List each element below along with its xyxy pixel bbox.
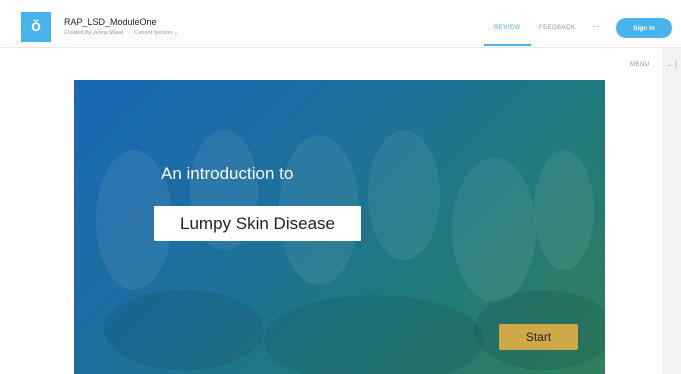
subtitle-separator: · — [127, 30, 130, 36]
version-dropdown[interactable]: Current Version ⌄ — [134, 30, 178, 36]
document-title: RAP_LSD_ModuleOne — [64, 17, 157, 27]
start-button[interactable]: Start — [499, 324, 578, 350]
logo-icon: ŏ — [31, 18, 41, 35]
app-logo[interactable]: ŏ — [21, 12, 51, 42]
module-title: Lumpy Skin Disease — [180, 213, 335, 233]
created-by-text: Created By Jenny Maud — [64, 30, 124, 36]
module-title-box: Lumpy Skin Disease — [154, 206, 361, 241]
menu-button[interactable]: MENU — [630, 62, 650, 68]
collapse-panel-icon[interactable]: ←| — [667, 60, 677, 69]
slide-hero: An introduction to Lumpy Skin Disease St… — [74, 80, 605, 374]
intro-text: An introduction to — [161, 164, 294, 183]
active-tab-indicator — [484, 44, 531, 46]
document-subtitle: Created By Jenny Maud · Current Version … — [64, 30, 178, 36]
tab-feedback[interactable]: FEEDBACK — [539, 25, 575, 31]
top-bar: ŏ RAP_LSD_ModuleOne Created By Jenny Mau… — [0, 0, 681, 48]
sign-in-button[interactable]: Sign In — [616, 18, 672, 38]
tab-review[interactable]: REVIEW — [494, 25, 521, 31]
more-options-icon[interactable]: ··· — [592, 22, 600, 31]
side-panel — [662, 48, 681, 374]
